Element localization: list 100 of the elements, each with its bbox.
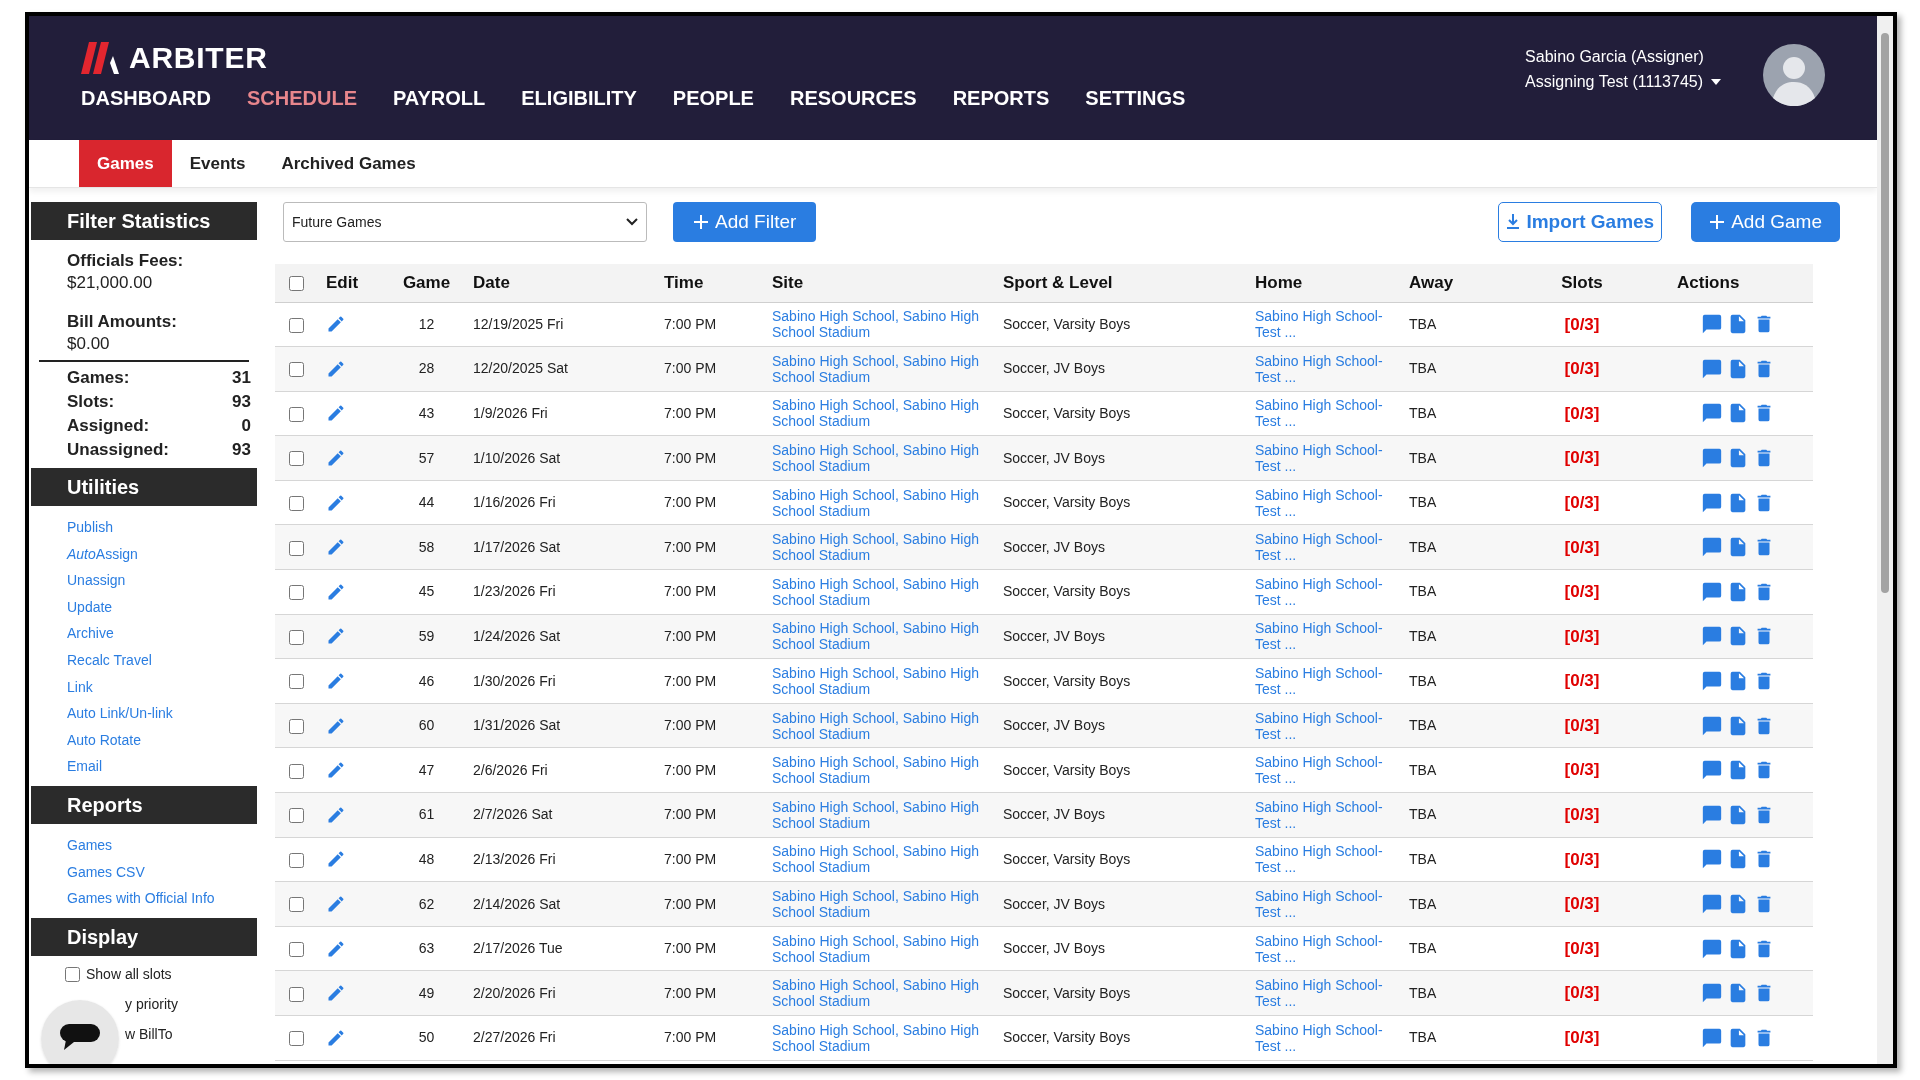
comment-icon[interactable] (1701, 1026, 1723, 1049)
row-checkbox[interactable] (289, 362, 304, 378)
row-checkbox[interactable] (289, 718, 304, 734)
home-team-link[interactable]: Sabino High School-Test ... (1255, 1021, 1401, 1054)
site-link[interactable]: Sabino High School, Sabino High School Stadium (772, 575, 995, 608)
row-checkbox[interactable] (289, 941, 304, 957)
home-team-link[interactable]: Sabino High School-Test ... (1255, 754, 1401, 787)
home-team-link[interactable]: Sabino High School-Test ... (1255, 977, 1401, 1010)
row-checkbox[interactable] (289, 585, 304, 601)
import-games-button[interactable]: Import Games (1498, 202, 1663, 242)
comment-icon[interactable] (1701, 491, 1723, 514)
stat-label: Officials Fees: (67, 250, 185, 272)
home-team-link[interactable]: Sabino High School-Test ... (1255, 308, 1401, 341)
slots-count: [0/3] (1564, 894, 1600, 914)
sidebar-link[interactable]: Games with Official Info (67, 885, 215, 912)
sidebar-link[interactable]: Publish (67, 514, 113, 541)
home-team-link[interactable]: Sabino High School-Test ... (1255, 486, 1401, 519)
avatar[interactable] (1763, 44, 1825, 106)
home-team-link[interactable]: Sabino High School-Test ... (1255, 442, 1401, 475)
comment-icon[interactable] (1701, 357, 1723, 380)
home-team-link[interactable]: Sabino High School-Test ... (1255, 620, 1401, 653)
filter-select[interactable]: Future Games (283, 202, 647, 242)
comment-icon[interactable] (1701, 893, 1723, 915)
scrollbar[interactable] (1877, 16, 1893, 1064)
row-checkbox[interactable] (289, 406, 304, 422)
home-team-link[interactable]: Sabino High School-Test ... (1255, 798, 1401, 831)
home-team-link[interactable]: Sabino High School-Test ... (1255, 575, 1401, 608)
row-checkbox[interactable] (289, 317, 304, 333)
nav-link[interactable]: ELIGIBILITY (521, 88, 637, 108)
home-team-link[interactable]: Sabino High School-Test ... (1255, 932, 1401, 965)
site-link[interactable]: Sabino High School, Sabino High School Stadium (772, 308, 995, 341)
sub-tab[interactable]: Events (171, 140, 264, 187)
site-link[interactable]: Sabino High School, Sabino High School Stadium (772, 397, 995, 430)
comment-icon[interactable] (1701, 580, 1723, 603)
account-dropdown[interactable]: Assigning Test (1113745) (1525, 69, 1721, 94)
row-checkbox[interactable] (289, 897, 304, 913)
sidebar-link[interactable]: Update (67, 593, 113, 621)
table-cell: Soccer, Varsity Boys (1003, 494, 1131, 511)
nav-link[interactable]: PEOPLE (672, 88, 754, 108)
sub-tab[interactable]: Games (79, 140, 172, 187)
nav-link[interactable]: DASHBOARD (81, 88, 211, 108)
sidebar-link[interactable]: AutoAssign (67, 540, 138, 568)
home-team-link[interactable]: Sabino High School-Test ... (1255, 397, 1401, 430)
add-game-button[interactable]: Add Game (1691, 202, 1840, 242)
nav-link[interactable]: SETTINGS (1085, 88, 1186, 108)
site-link[interactable]: Sabino High School, Sabino High School Stadium (772, 1021, 995, 1054)
sidebar-link[interactable]: Link (67, 673, 93, 701)
site-link[interactable]: Sabino High School, Sabino High School Stadium (772, 843, 995, 876)
slots-count: [0/3] (1564, 626, 1600, 646)
row-checkbox[interactable] (289, 808, 304, 824)
chat-button[interactable] (41, 1000, 119, 1064)
sidebar-link[interactable]: Recalc Travel (67, 646, 152, 674)
home-team-link[interactable]: Sabino High School-Test ... (1255, 531, 1401, 564)
nav-link[interactable]: SCHEDULE (247, 88, 357, 108)
site-link[interactable]: Sabino High School, Sabino High School Stadium (772, 620, 995, 653)
sidebar-link[interactable]: Auto Link/Un-link (67, 700, 173, 727)
sub-tab[interactable]: Archived Games (263, 140, 434, 187)
comment-icon[interactable] (1701, 714, 1723, 737)
sidebar-link[interactable]: Games CSV (67, 858, 145, 886)
nav-link[interactable]: RESOURCES (789, 88, 917, 108)
sidebar-link[interactable]: Auto Rotate (67, 726, 141, 754)
home-team-link[interactable]: Sabino High School-Test ... (1255, 352, 1401, 385)
site-link[interactable]: Sabino High School, Sabino High School Stadium (772, 798, 995, 831)
site-link[interactable]: Sabino High School, Sabino High School Stadium (772, 977, 995, 1010)
add-filter-button[interactable]: Add Filter (673, 202, 817, 242)
row-checkbox[interactable] (289, 540, 304, 556)
row-checkbox[interactable] (289, 852, 304, 868)
site-link[interactable]: Sabino High School, Sabino High School Stadium (772, 665, 995, 698)
home-team-link[interactable]: Sabino High School-Test ... (1255, 709, 1401, 742)
row-checkbox[interactable] (289, 1031, 304, 1047)
row-checkbox[interactable] (289, 451, 304, 467)
site-link[interactable]: Sabino High School, Sabino High School Stadium (772, 442, 995, 475)
site-link[interactable]: Sabino High School, Sabino High School Stadium (772, 531, 995, 564)
site-link[interactable]: Sabino High School, Sabino High School Stadium (772, 932, 995, 965)
home-team-link[interactable]: Sabino High School-Test ... (1255, 843, 1401, 876)
sidebar-link[interactable]: Unassign (67, 567, 126, 594)
row-checkbox[interactable] (289, 495, 304, 511)
row-checkbox[interactable] (289, 674, 304, 690)
site-link[interactable]: Sabino High School, Sabino High School Stadium (772, 754, 995, 787)
site-link[interactable]: Sabino High School, Sabino High School Stadium (772, 352, 995, 385)
nav-link[interactable]: REPORTS (952, 88, 1050, 108)
nav-link[interactable]: PAYROLL (393, 88, 486, 108)
pencil-icon (326, 626, 346, 647)
site-link[interactable]: Sabino High School, Sabino High School Stadium (772, 486, 995, 519)
table-cell: 7:00 PM (664, 360, 717, 377)
sidebar-link[interactable]: Games (67, 831, 113, 859)
scrollbar-thumb[interactable] (1881, 33, 1889, 593)
home-team-link[interactable]: Sabino High School-Test ... (1255, 888, 1401, 920)
comment-icon[interactable] (1701, 803, 1723, 826)
checkbox[interactable] (65, 967, 80, 983)
sidebar-link[interactable]: Archive (67, 620, 114, 647)
row-checkbox[interactable] (289, 986, 304, 1002)
row-checkbox[interactable] (289, 629, 304, 645)
comment-icon[interactable] (1701, 937, 1723, 960)
site-link[interactable]: Sabino High School, Sabino High School Stadium (772, 709, 995, 742)
site-link[interactable]: Sabino High School, Sabino High School Stadium (772, 888, 995, 920)
row-checkbox[interactable] (289, 763, 304, 779)
home-team-link[interactable]: Sabino High School-Test ... (1255, 665, 1401, 698)
sidebar-link[interactable]: Email (67, 753, 102, 780)
select-all-checkbox[interactable] (289, 276, 304, 292)
